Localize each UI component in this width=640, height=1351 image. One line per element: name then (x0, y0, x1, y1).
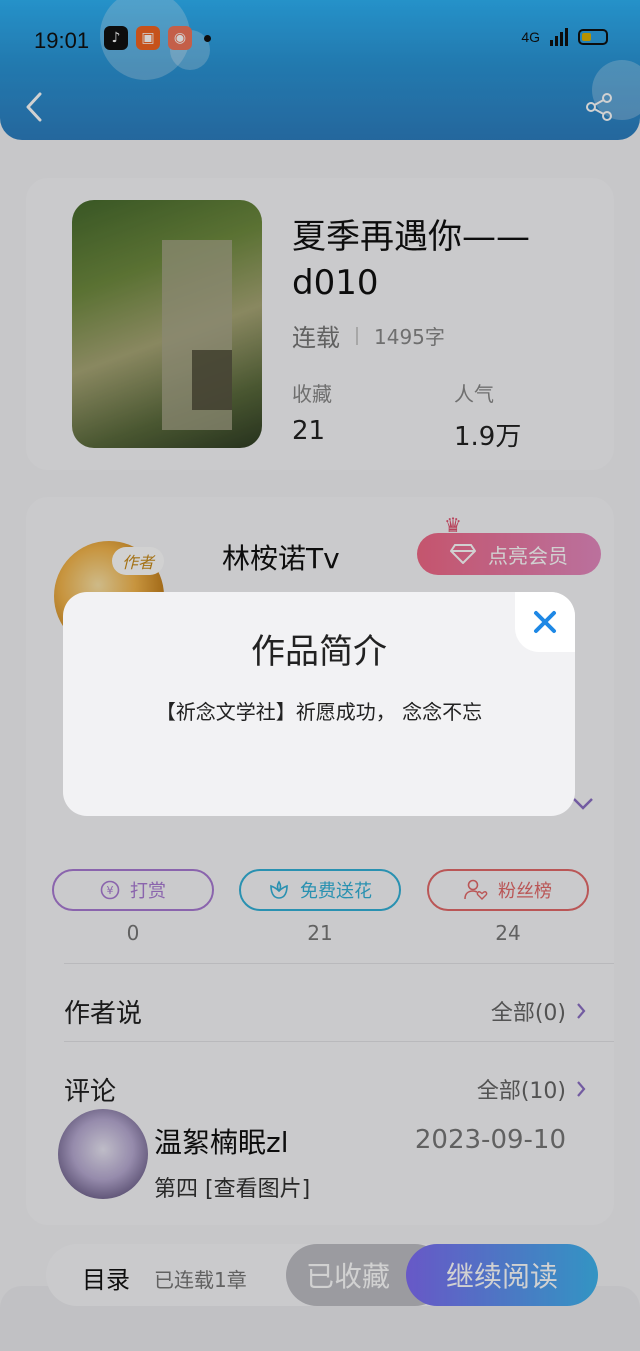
modal-synopsis-text: 【祈念文学社】祈愿成功， 念念不忘 (155, 700, 483, 724)
synopsis-modal: 作品简介 【祈念文学社】祈愿成功， 念念不忘 (63, 592, 575, 816)
modal-close-button[interactable] (515, 592, 575, 652)
close-icon (534, 611, 556, 633)
book-detail-page: 19:01 ♪ ▣ ◉ 4G 夏季再遇你——d010 连载 1495字 收藏 2… (0, 0, 640, 1351)
modal-title: 作品简介 (251, 632, 387, 672)
